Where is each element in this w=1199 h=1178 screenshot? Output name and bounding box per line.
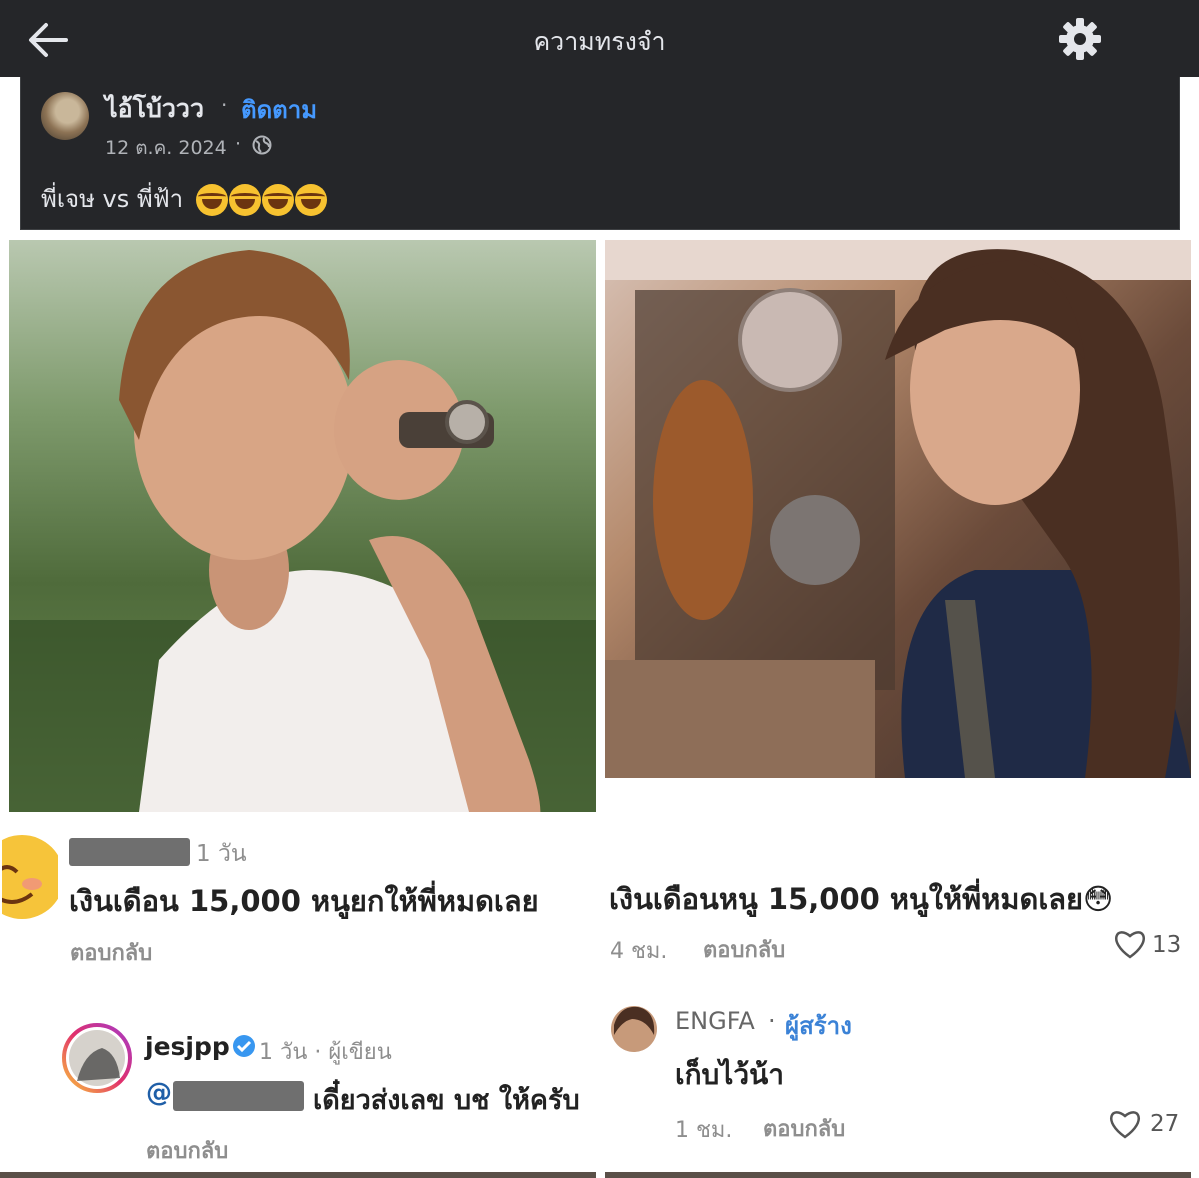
laughing-emoji-icon — [195, 184, 228, 216]
top-app-bar: ความทรงจำ — [0, 0, 1199, 77]
reply-text: เดี๋ยวส่งเลข บช ให้ครับ — [313, 1085, 580, 1116]
author-name[interactable]: ไอ้โบ้ววว — [105, 89, 204, 129]
comment-text: เงินเดือน 15,000 หนูยกให้พี่หมดเลย — [69, 884, 539, 918]
reply-text: เก็บไว้น้า — [675, 1058, 784, 1091]
redacted-username — [69, 838, 190, 866]
comment-time: 1 วัน — [196, 841, 247, 867]
jesjpp-avatar[interactable] — [62, 1023, 132, 1093]
comment-text: เงินเดือนหนู 15,000 หนูให้พี่หมดเลย😳 — [609, 882, 1114, 916]
post-header: ไอ้โบ้ววว · ติดตาม 12 ต.ค. 2024 · พี่เจษ… — [20, 77, 1180, 230]
post-date[interactable]: 12 ต.ค. 2024 — [105, 133, 227, 163]
reply-meta: 1 วัน · ผู้เขียน — [259, 1040, 392, 1065]
comment-time: 4 ชม. — [610, 939, 668, 964]
next-image-edge — [605, 1172, 1191, 1178]
reply-button[interactable]: ตอบกลับ — [70, 935, 152, 970]
reply-username[interactable]: jesjpp — [145, 1032, 230, 1061]
post-message-text: พี่เจษ vs พี่ฟ้า — [41, 185, 184, 213]
author-avatar[interactable] — [41, 92, 89, 140]
redacted-mention — [173, 1081, 304, 1111]
mention-at: @ — [146, 1078, 172, 1108]
left-photo[interactable] — [9, 240, 596, 812]
right-photo-illustration — [605, 240, 1191, 778]
next-image-edge — [0, 1172, 596, 1178]
reply-button[interactable]: ตอบกลับ — [763, 1111, 845, 1146]
laughing-emoji-icon — [228, 184, 261, 216]
public-globe-icon — [252, 135, 272, 155]
like-count: 13 — [1152, 932, 1182, 958]
laughing-emoji-icons — [195, 184, 327, 216]
laughing-emoji-icon — [261, 184, 294, 216]
post-message: พี่เจษ vs พี่ฟ้า — [41, 179, 327, 218]
reply-username[interactable]: ENGFA — [675, 1007, 755, 1035]
laughing-emoji-icon — [294, 184, 327, 216]
like-count: 27 — [1150, 1111, 1180, 1137]
like-heart-icon[interactable] — [1113, 929, 1147, 959]
reply-time: 1 ชม. — [675, 1118, 733, 1143]
follow-button[interactable]: ติดตาม — [241, 90, 317, 129]
page-title: ความทรงจำ — [533, 27, 666, 56]
date-separator: · — [235, 133, 242, 155]
creator-badge: ผู้สร้าง — [785, 1012, 852, 1040]
settings-gear-icon[interactable] — [1058, 17, 1102, 61]
reply-separator: · — [768, 1007, 776, 1035]
like-heart-icon[interactable] — [1108, 1109, 1142, 1139]
reply-button[interactable]: ตอบกลับ — [703, 932, 785, 967]
smiling-emoji-icon — [2, 835, 58, 919]
engfa-avatar[interactable] — [610, 1005, 658, 1053]
reply-button[interactable]: ตอบกลับ — [146, 1133, 228, 1168]
separator-dot: · — [221, 93, 228, 117]
left-photo-illustration — [9, 250, 596, 812]
verified-badge-icon — [233, 1035, 255, 1057]
right-photo[interactable] — [605, 240, 1191, 778]
